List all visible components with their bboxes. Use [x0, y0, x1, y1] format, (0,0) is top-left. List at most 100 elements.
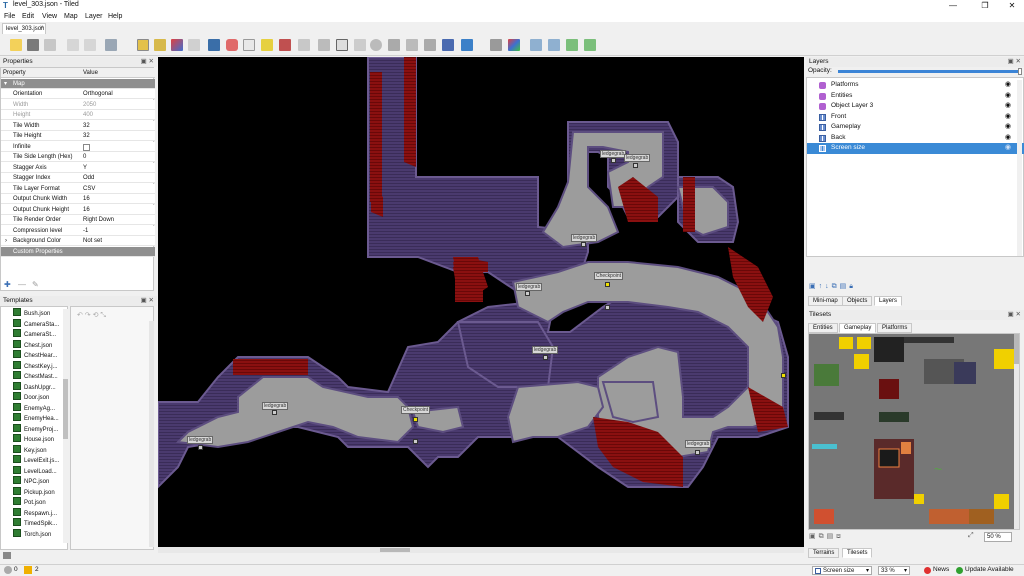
ledgegrab-marker[interactable]	[695, 450, 700, 455]
redo-icon[interactable]	[84, 39, 96, 51]
layer-toolbar-icons[interactable]: ▣↑↓⧉▤🔒︎	[809, 282, 856, 291]
ledgegrab-marker[interactable]	[581, 242, 586, 247]
list-item[interactable]: ChestHear...	[13, 350, 57, 361]
property-row[interactable]: Stagger Axis Y	[1, 162, 155, 173]
property-row[interactable]: Output Chunk Width 16	[1, 194, 155, 205]
error-icon[interactable]	[24, 566, 32, 574]
list-item[interactable]: Door.json	[13, 392, 49, 403]
expand-icon[interactable]: ›	[5, 236, 7, 246]
insert-text-icon[interactable]	[442, 39, 454, 51]
open-folder-icon[interactable]	[3, 552, 11, 559]
insert-point-icon[interactable]	[336, 39, 348, 51]
property-row[interactable]: Orientation Orthogonal	[1, 89, 155, 100]
map-canvas[interactable]: ledgegrab ledgegrab ledgegrab ledgegrab …	[158, 57, 804, 553]
property-row[interactable]: Tile Layer Format CSV	[1, 183, 155, 194]
property-row[interactable]: Tile Width 32	[1, 120, 155, 131]
ledgegrab-marker[interactable]	[543, 355, 548, 360]
list-item[interactable]: TimedSpik...	[13, 518, 57, 529]
maximize-button[interactable]: ❐	[975, 0, 995, 11]
list-item[interactable]: LevelExit.js...	[13, 455, 59, 466]
list-item[interactable]: Key.json	[13, 444, 47, 456]
spawn-marker[interactable]	[413, 439, 418, 444]
layer-row-gameplay[interactable]: Gameplay ◉ 🔓︎	[807, 122, 1024, 133]
property-row[interactable]: Compression level -1	[1, 225, 155, 236]
visibility-eye-icon[interactable]: ◉	[1005, 112, 1011, 122]
save-icon[interactable]	[44, 39, 56, 51]
rotate-right-icon[interactable]	[584, 39, 596, 51]
insert-template-icon[interactable]	[424, 39, 436, 51]
property-row[interactable]: › Background Color Not set	[1, 236, 155, 247]
menu-edit[interactable]: Edit	[22, 13, 34, 20]
list-item[interactable]: NPC.json	[13, 476, 49, 487]
warning-icon[interactable]	[4, 566, 12, 574]
insert-ellipse-icon[interactable]	[354, 39, 366, 51]
list-item[interactable]: ChestKey.j...	[13, 360, 58, 372]
news-link[interactable]: News	[933, 566, 949, 573]
list-item[interactable]: Respawn.j...	[13, 507, 57, 519]
tileset-view[interactable]: ~	[808, 333, 1020, 530]
layer-row-back[interactable]: Back ◉ 🔓︎	[807, 133, 1024, 144]
visibility-eye-icon[interactable]: ◉	[1005, 133, 1011, 143]
layer-row-entities[interactable]: Entities ◉ 🔓︎	[807, 91, 1024, 102]
visibility-eye-icon[interactable]: ◉	[1005, 143, 1011, 153]
insert-rectangle-icon[interactable]	[318, 39, 330, 51]
ledgegrab-marker[interactable]	[198, 445, 203, 450]
list-item[interactable]: DashUpgr...	[13, 381, 56, 393]
add-property-icon[interactable]: ✚	[4, 280, 11, 289]
new-file-icon[interactable]	[10, 39, 22, 51]
magic-wand-icon[interactable]	[243, 39, 255, 51]
panel-float-close-icon[interactable]: ▣ ✕	[141, 57, 154, 65]
tab-tilesets[interactable]: Tilesets	[842, 548, 873, 558]
object-label[interactable]: ledgegrab	[187, 436, 214, 444]
templates-scrollbar[interactable]	[63, 309, 68, 543]
object-label[interactable]: ledgegrab	[685, 440, 712, 448]
canvas-horizontal-scrollbar[interactable]	[158, 547, 804, 553]
checkpoint-marker[interactable]	[413, 417, 418, 422]
property-row[interactable]: Tile Render Order Right Down	[1, 215, 155, 226]
tab-entities[interactable]: Entities	[808, 323, 838, 333]
list-item[interactable]: Pot.json	[13, 497, 46, 508]
update-available-link[interactable]: Update Available	[965, 566, 1014, 573]
terrain-brush-icon[interactable]	[154, 39, 166, 51]
ledgegrab-marker[interactable]	[272, 410, 277, 415]
rectangle-select-icon[interactable]	[226, 39, 238, 51]
menu-file[interactable]: File	[4, 13, 15, 20]
visibility-eye-icon[interactable]: ◉	[1005, 91, 1011, 101]
object-label[interactable]: ledgegrab	[262, 402, 289, 410]
section-map[interactable]: ▾ Map	[1, 78, 155, 89]
stamp-brush-icon[interactable]	[137, 39, 149, 51]
insert-tile-icon[interactable]	[406, 39, 418, 51]
list-item[interactable]: ChestMast...	[13, 371, 58, 382]
list-item[interactable]: EnemyProj...	[13, 423, 58, 435]
insert-polygon-icon[interactable]	[370, 39, 382, 51]
list-item[interactable]: Torch.json	[13, 528, 51, 540]
list-item[interactable]: House.json	[13, 434, 54, 445]
object-label[interactable]: ledgegrab	[624, 154, 651, 162]
visibility-eye-icon[interactable]: ◉	[1005, 122, 1011, 132]
eraser-icon[interactable]	[208, 39, 220, 51]
panel-float-close-icon[interactable]: ▣ ✕	[1008, 57, 1021, 65]
panel-float-close-icon[interactable]: ▣ ✕	[141, 296, 154, 304]
list-item[interactable]: CameraSta...	[13, 318, 59, 330]
spawn-marker[interactable]	[605, 305, 610, 310]
zoom-select[interactable]: 33 % ▾	[878, 566, 910, 575]
layer-select[interactable]: Screen size ▾	[812, 566, 872, 575]
object-label[interactable]: Checkpoint	[401, 406, 431, 414]
tab-objects[interactable]: Objects	[842, 296, 873, 306]
document-tab-close-icon[interactable]: ×	[40, 25, 44, 31]
object-label[interactable]: ledgegrab	[571, 234, 598, 242]
template-tools-icons[interactable]: ↶ ↷ ⟲ ⤡	[77, 311, 106, 320]
layer-row-front[interactable]: Front ◉ 🔓︎	[807, 112, 1024, 123]
property-row[interactable]: Infinite	[1, 141, 155, 152]
list-item[interactable]: LevelLoad...	[13, 465, 57, 477]
bucket-fill-icon[interactable]	[171, 39, 183, 51]
tab-mini-map[interactable]: Mini-map	[808, 296, 843, 306]
object-label[interactable]: ledgegrab	[600, 150, 627, 158]
collapse-icon[interactable]: ▾	[4, 79, 7, 89]
list-item[interactable]: Pickup.json	[13, 486, 55, 498]
object-label[interactable]: Checkpoint	[594, 272, 624, 280]
infinite-checkbox[interactable]	[83, 143, 90, 151]
menu-help[interactable]: Help	[108, 13, 122, 20]
list-item[interactable]: EnemyHea...	[13, 413, 59, 424]
menu-layer[interactable]: Layer	[85, 13, 103, 20]
